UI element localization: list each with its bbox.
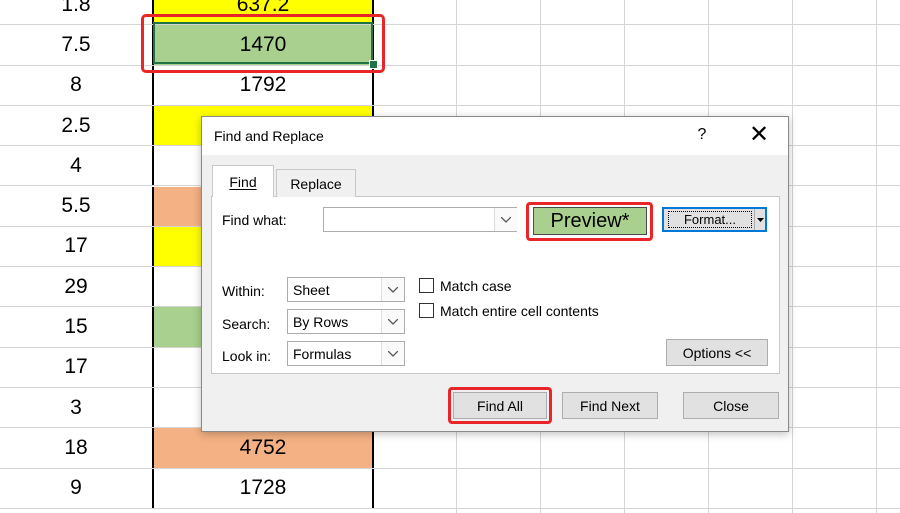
within-label: Within: <box>222 283 265 299</box>
tab-find-label: Find <box>229 173 257 190</box>
cell-col-a[interactable]: 1.8 <box>0 0 152 24</box>
look-in-dropdown[interactable] <box>381 342 404 365</box>
tab-replace[interactable]: Replace <box>276 169 356 197</box>
within-select[interactable]: Sheet <box>287 277 405 302</box>
find-what-dropdown[interactable] <box>494 208 517 231</box>
cell-col-a[interactable]: 4 <box>0 146 152 185</box>
search-label: Search: <box>222 316 271 332</box>
chevron-down-icon <box>388 318 398 325</box>
table-row: 9 1728 <box>0 468 900 509</box>
find-replace-dialog: Find and Replace ? ✕ Find Replace Find w… <box>201 116 789 432</box>
close-button[interactable]: Close <box>683 392 779 419</box>
chevron-down-icon <box>501 216 511 223</box>
cell-col-a[interactable]: 3 <box>0 388 152 427</box>
annotation-highlight-find-all <box>448 387 552 424</box>
cell-col-b[interactable]: 4752 <box>152 428 374 468</box>
dialog-title: Find and Replace <box>214 128 324 144</box>
chevron-down-icon <box>388 286 398 293</box>
find-next-button[interactable]: Find Next <box>562 392 658 419</box>
annotation-highlight-cell <box>141 14 385 73</box>
format-button-label: Format... <box>668 211 752 228</box>
look-in-value: Formulas <box>293 346 352 362</box>
format-dropdown-arrow[interactable] <box>754 209 766 230</box>
tab-find[interactable]: Find <box>212 165 274 197</box>
dialog-titlebar: Find and Replace ? ✕ <box>202 117 788 155</box>
close-icon[interactable]: ✕ <box>749 121 769 149</box>
format-preview: Preview* <box>533 207 647 235</box>
find-what-label: Find what: <box>222 212 287 228</box>
within-value: Sheet <box>293 282 330 298</box>
search-value: By Rows <box>293 314 349 330</box>
table-row: 7.5 1470 <box>0 25 900 66</box>
cell-col-a[interactable]: 15 <box>0 307 152 346</box>
cell-col-a[interactable]: 5.5 <box>0 187 152 226</box>
cell-col-b[interactable]: 1728 <box>152 468 374 508</box>
cell-col-a[interactable]: 8 <box>0 66 152 105</box>
match-entire-checkbox[interactable] <box>419 303 434 318</box>
cell-col-a[interactable]: 18 <box>0 428 152 467</box>
match-case-checkbox[interactable] <box>419 278 434 293</box>
find-what-input[interactable] <box>323 207 517 232</box>
look-in-label: Look in: <box>222 348 272 364</box>
search-dropdown[interactable] <box>381 310 404 333</box>
table-row: 8 1792 <box>0 65 900 106</box>
cell-col-a[interactable]: 29 <box>0 267 152 306</box>
cell-col-a[interactable]: 7.5 <box>0 25 152 64</box>
cell-col-a[interactable]: 17 <box>0 227 152 266</box>
table-row: 18 4752 <box>0 428 900 469</box>
match-entire-label: Match entire cell contents <box>440 303 599 319</box>
match-case-label: Match case <box>440 278 512 294</box>
format-button[interactable]: Format... <box>662 207 767 232</box>
chevron-down-icon <box>388 350 398 357</box>
help-icon[interactable]: ? <box>694 126 710 144</box>
options-button[interactable]: Options << <box>666 339 768 366</box>
caret-down-icon <box>757 217 764 222</box>
cell-col-a[interactable]: 2.5 <box>0 106 152 145</box>
within-dropdown[interactable] <box>381 278 404 301</box>
search-select[interactable]: By Rows <box>287 309 405 334</box>
table-row: 1.8 637.2 <box>0 0 900 26</box>
look-in-select[interactable]: Formulas <box>287 341 405 366</box>
cell-col-a[interactable]: 9 <box>0 469 152 508</box>
tab-replace-label: Replace <box>290 175 342 192</box>
cell-col-a[interactable]: 17 <box>0 348 152 387</box>
